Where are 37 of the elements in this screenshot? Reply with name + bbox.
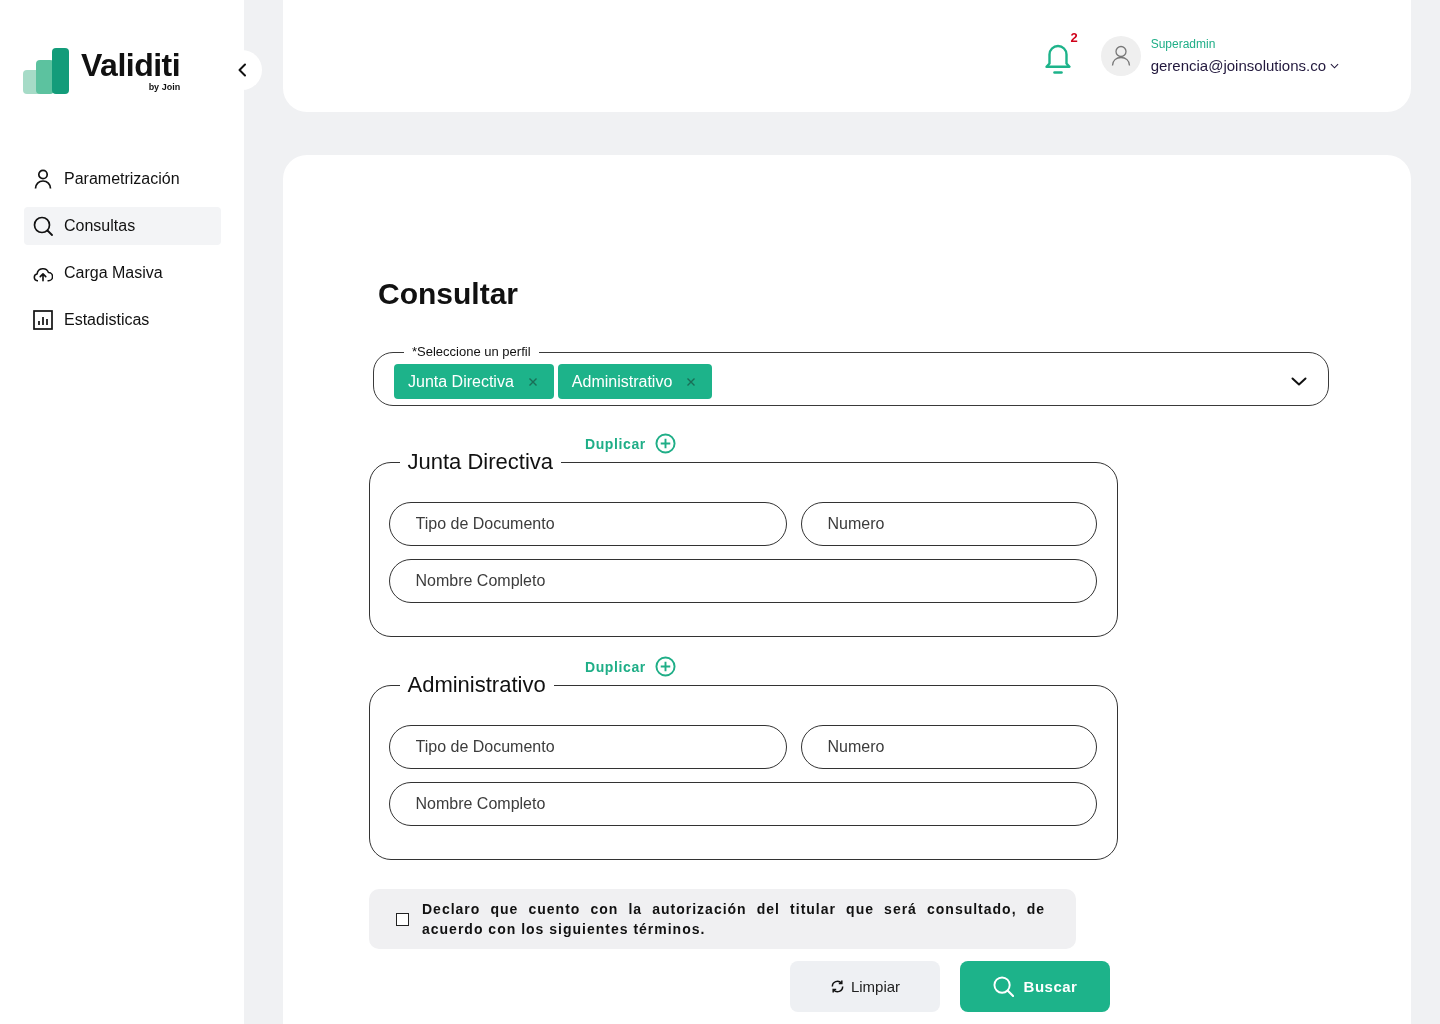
chevron-left-icon bbox=[237, 63, 247, 77]
nav-item[interactable]: Estadisticas bbox=[24, 301, 221, 339]
refresh-icon bbox=[829, 979, 845, 994]
page-title: Consultar bbox=[378, 276, 518, 312]
logo-wordmark: Validiti bbox=[81, 48, 181, 82]
chevron-down-icon bbox=[1330, 63, 1339, 69]
select-label: *Seleccione un perfil bbox=[411, 344, 532, 360]
close-icon[interactable] bbox=[527, 376, 538, 387]
logo-bars-icon bbox=[23, 48, 69, 94]
plus-circle-icon bbox=[654, 433, 676, 454]
nav-item[interactable]: Carga Masiva bbox=[24, 254, 221, 292]
logo-tagline: by Join bbox=[148, 82, 181, 92]
notification-count: 2 bbox=[1070, 31, 1078, 45]
bar-chart-icon bbox=[33, 310, 53, 330]
consent-text: Declaro que cuento con la autorización del titular que será consultado, de acuerdo con los siguientes términos. bbox=[422, 900, 1045, 939]
person-icon bbox=[33, 169, 53, 189]
chevron-down-icon[interactable] bbox=[1291, 377, 1307, 386]
search-icon bbox=[33, 216, 53, 236]
input-field[interactable]: Nombre Completo bbox=[388, 782, 1097, 826]
section-title: Junta Directiva bbox=[406, 448, 554, 476]
input-field[interactable]: Numero bbox=[800, 502, 1097, 546]
search-icon bbox=[992, 976, 1014, 997]
user-role: Superadmin bbox=[1150, 36, 1217, 52]
user-avatar-icon bbox=[1100, 36, 1141, 76]
input-field[interactable]: Tipo de Documento bbox=[388, 725, 787, 769]
input-field[interactable]: Numero bbox=[800, 725, 1097, 769]
input-field[interactable]: Nombre Completo bbox=[388, 559, 1097, 603]
checkbox[interactable] bbox=[396, 912, 409, 926]
section-title: Administrativo bbox=[406, 671, 547, 699]
profile-select[interactable]: *Seleccione un perfil Junta Directiva Administrativo bbox=[373, 344, 1329, 406]
plus-circle-icon bbox=[654, 656, 676, 677]
input-field[interactable]: Tipo de Documento bbox=[388, 502, 787, 546]
nav-item[interactable]: Parametrización bbox=[24, 160, 221, 198]
clear-button[interactable]: Limpiar bbox=[790, 961, 940, 1012]
close-icon[interactable] bbox=[686, 376, 697, 387]
nav-item[interactable]: Consultas bbox=[24, 207, 221, 245]
user-menu-button[interactable]: gerencia@joinsolutions.co bbox=[1150, 56, 1339, 76]
